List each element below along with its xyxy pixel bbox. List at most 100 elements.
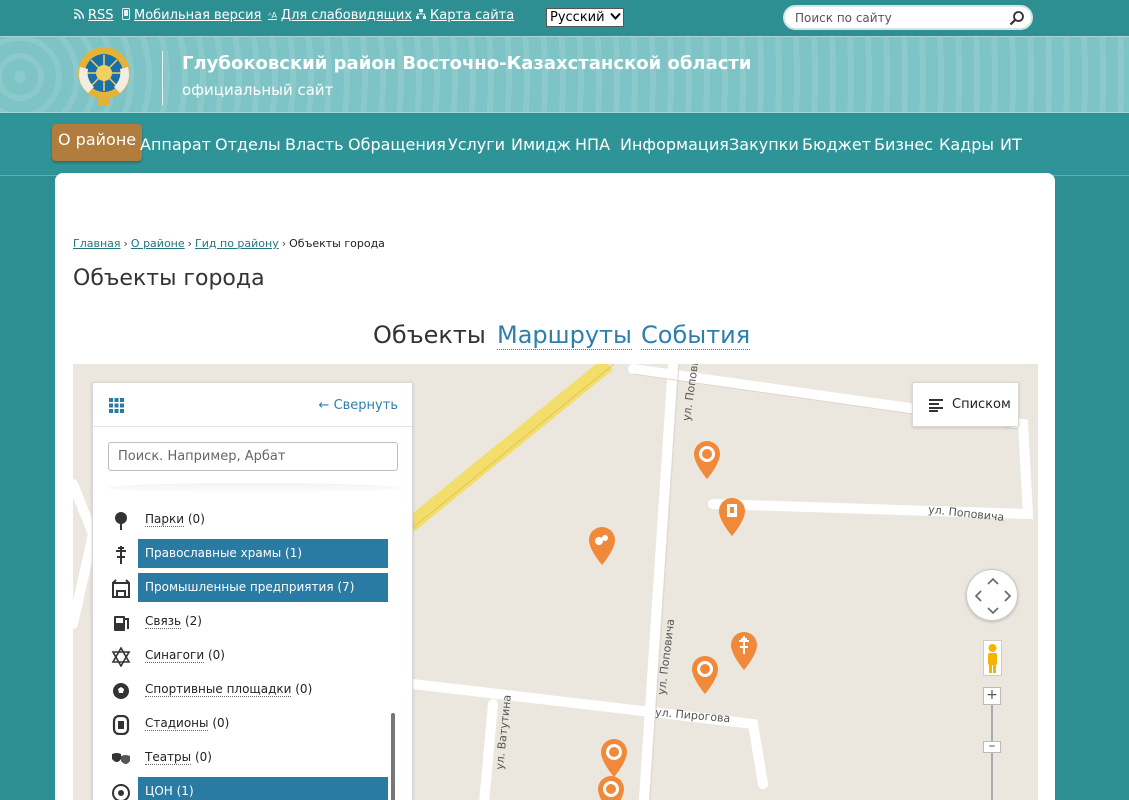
- category-name: ЦОН: [145, 784, 173, 798]
- grid-icon[interactable]: [109, 398, 124, 413]
- content-panel: Главная › О районе › Гид по району › Объекты г…: [55, 173, 1055, 800]
- map-marker-cons[interactable]: [693, 440, 721, 480]
- sidebar-header: ← Свернуть: [93, 383, 412, 427]
- breadcrumb-current: Объекты города: [289, 237, 385, 250]
- low-vision-link[interactable]: ᴬA Для слабовидящих: [268, 8, 412, 23]
- category-count: (0): [295, 682, 313, 696]
- category-name: Синагоги: [145, 648, 205, 663]
- mobile-version-link[interactable]: Мобильная версия: [122, 8, 261, 23]
- mobile-version-label[interactable]: Мобильная версия: [134, 8, 261, 23]
- rss-link[interactable]: RSS: [73, 8, 114, 23]
- nav-item-services[interactable]: Услуги: [448, 130, 505, 160]
- category-count: (7): [337, 580, 355, 594]
- language-select[interactable]: Русский: [546, 8, 624, 27]
- zoom-slider-handle[interactable]: –: [983, 739, 1001, 753]
- kazakhstan-emblem-icon[interactable]: [76, 43, 132, 109]
- search-shadow: [108, 483, 398, 493]
- category-item-communication[interactable]: Связь (2): [93, 607, 412, 637]
- tree-icon: [111, 511, 131, 531]
- category-name: Связь: [145, 614, 182, 629]
- site-header: Глубоковский район Восточно-Казахстанско…: [0, 36, 1129, 113]
- site-search[interactable]: [783, 5, 1033, 30]
- site-search-input[interactable]: [795, 11, 1005, 25]
- list-view-label: Списком: [952, 397, 1011, 412]
- tab-objects[interactable]: Объекты: [373, 321, 486, 349]
- nav-item-business[interactable]: Бизнес: [874, 130, 933, 160]
- category-item-synagogues[interactable]: Синагоги (0): [93, 641, 412, 671]
- category-item-industry[interactable]: Промышленные предприятия (7): [93, 573, 412, 603]
- nav-item-npa[interactable]: НПА: [575, 130, 610, 160]
- category-item-parks[interactable]: Парки (0): [93, 505, 412, 535]
- sitemap-link[interactable]: Карта сайта: [416, 8, 514, 23]
- category-item-orthodox[interactable]: Православные храмы (1): [93, 539, 412, 569]
- zoom-in-button[interactable]: +: [983, 687, 1001, 705]
- low-vision-label[interactable]: Для слабовидящих: [281, 8, 412, 23]
- category-count: (1): [176, 784, 194, 798]
- map-marker-orthodox[interactable]: [730, 631, 758, 671]
- nav-item-budget[interactable]: Бюджет: [802, 130, 871, 160]
- category-count: (0): [194, 750, 212, 764]
- emblem-icon: [111, 783, 131, 800]
- nav-item-personnel[interactable]: Кадры: [939, 130, 994, 160]
- tab-bar: Объекты Маршруты События: [55, 321, 1055, 353]
- map-marker-cons[interactable]: [691, 655, 719, 695]
- tab-routes[interactable]: Маршруты: [497, 321, 632, 350]
- collapse-button[interactable]: ← Свернуть: [319, 398, 398, 413]
- nav-item-about[interactable]: О районе: [52, 124, 143, 161]
- sitemap-label[interactable]: Карта сайта: [430, 8, 514, 23]
- category-name: Спортивные площадки: [145, 682, 292, 697]
- search-icon[interactable]: [1009, 10, 1025, 26]
- breadcrumb-separator: ›: [281, 237, 287, 250]
- mobile-icon: [122, 8, 130, 23]
- category-count: (0): [207, 648, 225, 662]
- category-count: (0): [212, 716, 230, 730]
- map-category-sidebar: ← Свернуть Парки (0) Православные храмы …: [92, 382, 413, 800]
- category-item-sports-grounds[interactable]: Спортивные площадки (0): [93, 675, 412, 705]
- main-nav: О районе Аппарат Отделы Власть Обращения…: [0, 114, 1129, 176]
- page-title: Объекты города: [73, 266, 265, 291]
- category-count: (0): [187, 512, 205, 526]
- breadcrumb: Главная › О районе › Гид по району › Объекты г…: [73, 237, 385, 250]
- language-value: Русский: [550, 10, 605, 25]
- nav-item-image[interactable]: Имидж: [511, 130, 571, 160]
- top-utility-bar: RSS Мобильная версия ᴬA Для слабовидящих…: [0, 0, 1129, 36]
- category-name: Промышленные предприятия: [145, 580, 334, 594]
- nav-item-information[interactable]: Информация: [620, 130, 729, 160]
- nav-item-it[interactable]: ИТ: [1000, 130, 1022, 160]
- chevron-down-icon: [610, 10, 621, 27]
- tab-events[interactable]: События: [641, 321, 751, 350]
- header-divider: [162, 51, 163, 105]
- street-view-pegman-icon[interactable]: [983, 640, 1002, 676]
- site-title[interactable]: Глубоковский район Восточно-Казахстанско…: [182, 53, 751, 74]
- star-of-david-icon: [111, 646, 131, 668]
- list-view-button[interactable]: Списком: [912, 382, 1019, 427]
- category-item-con[interactable]: ЦОН (1): [93, 777, 412, 800]
- pan-control[interactable]: [966, 569, 1018, 621]
- breadcrumb-about[interactable]: О районе: [131, 237, 185, 250]
- nav-item-apparatus[interactable]: Аппарат: [140, 130, 211, 160]
- rss-icon: [73, 8, 85, 22]
- rss-label[interactable]: RSS: [88, 8, 114, 23]
- map-marker-industry[interactable]: [588, 526, 616, 566]
- map-marker-cons[interactable]: [597, 775, 625, 800]
- map-marker-cons[interactable]: [600, 738, 628, 778]
- nav-item-procurement[interactable]: Закупки: [729, 130, 799, 160]
- factory-icon: [111, 579, 131, 599]
- category-name: Парки: [145, 512, 185, 527]
- category-item-theatres[interactable]: Театры (0): [93, 743, 412, 773]
- nav-item-appeals[interactable]: Обращения: [348, 130, 446, 160]
- sidebar-scrollbar[interactable]: [391, 713, 395, 800]
- breadcrumb-home[interactable]: Главная: [73, 237, 121, 250]
- font-size-icon: ᴬA: [268, 11, 277, 20]
- phone-icon: [111, 613, 131, 633]
- category-name: Православные храмы: [145, 546, 282, 560]
- map-search-input[interactable]: [108, 442, 398, 471]
- city-map[interactable]: ул. Поповича ул. Поповича ул. Поповича у…: [73, 364, 1038, 800]
- map-marker-communication[interactable]: [718, 497, 746, 537]
- breadcrumb-guide[interactable]: Гид по району: [195, 237, 279, 250]
- category-item-stadiums[interactable]: Стадионы (0): [93, 709, 412, 739]
- nav-item-departments[interactable]: Отделы: [215, 130, 281, 160]
- orthodox-cross-icon: [111, 545, 131, 565]
- nav-item-authority[interactable]: Власть: [285, 130, 344, 160]
- breadcrumb-separator: ›: [187, 237, 193, 250]
